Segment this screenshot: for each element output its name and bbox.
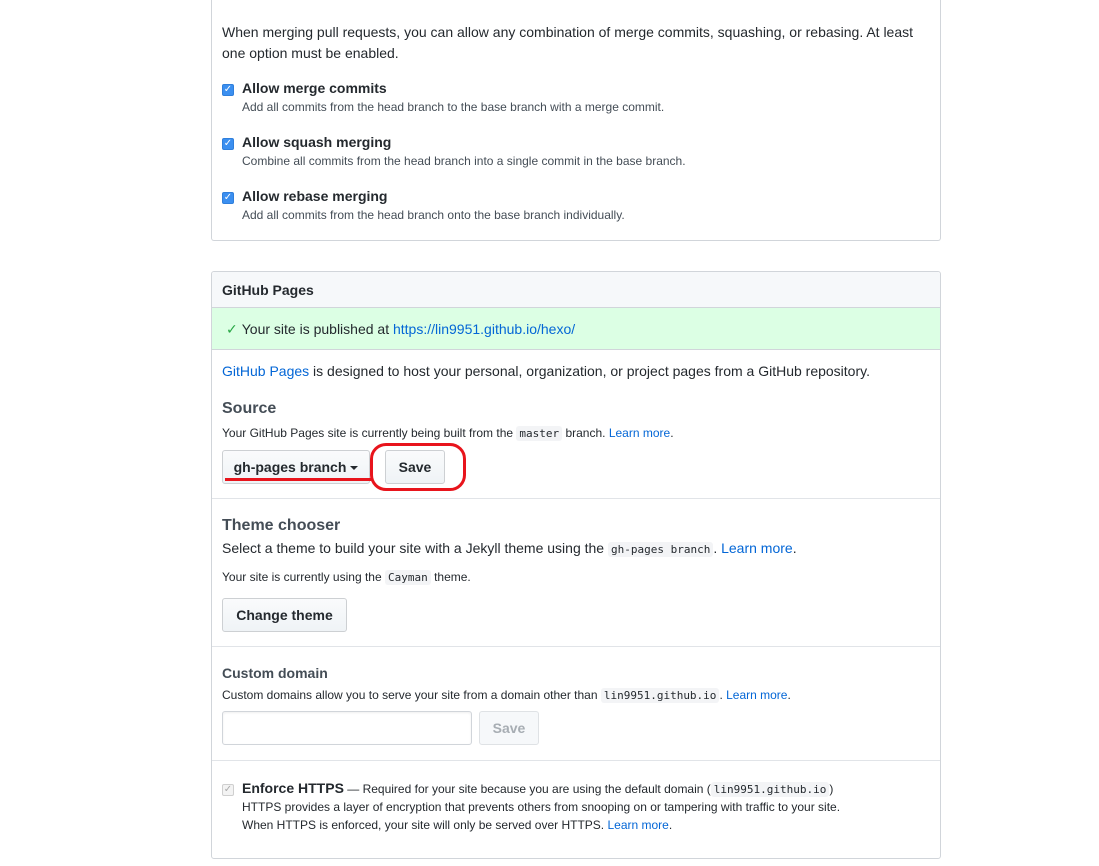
change-theme-button[interactable]: Change theme xyxy=(222,598,347,632)
https-description-line-2: When HTTPS is enforced, your site will o… xyxy=(242,818,672,832)
custom-domain-input[interactable] xyxy=(222,711,472,745)
option-title: Allow merge commits xyxy=(242,80,387,96)
option-description: Add all commits from the head branch to … xyxy=(242,100,665,114)
current-theme-prefix: Your site is currently using the xyxy=(222,570,385,584)
github-pages-panel: GitHub Pages ✓ Your site is published at … xyxy=(211,271,941,859)
custom-domain-description: Custom domains allow you to serve your s… xyxy=(222,688,791,703)
merge-options-panel: When merging pull requests, you can allo… xyxy=(211,0,941,241)
option-description: Add all commits from the head branch ont… xyxy=(242,208,625,222)
current-theme-text: Your site is currently using the Cayman … xyxy=(222,570,471,585)
period: . xyxy=(670,426,674,440)
section-divider xyxy=(212,646,940,647)
merge-intro-text: When merging pull requests, you can allo… xyxy=(222,24,914,61)
theme-desc-text: Select a theme to build your site with a… xyxy=(222,540,608,556)
source-desc-suffix: branch. xyxy=(562,426,609,440)
option-title: Allow rebase merging xyxy=(242,188,388,204)
option-description: Combine all commits from the head branch… xyxy=(242,154,686,168)
caret-down-icon xyxy=(350,466,359,471)
published-flash: ✓ Your site is published at https://lin99… xyxy=(212,308,940,350)
period: . xyxy=(792,540,797,556)
github-pages-header: GitHub Pages xyxy=(212,272,940,308)
flash-text: Your site is published at xyxy=(241,321,393,337)
branch-code: master xyxy=(516,426,563,441)
period: . xyxy=(668,818,673,832)
branch-select-label: gh-pages branch xyxy=(233,459,347,475)
https-line3-text: When HTTPS is enforced, your site will o… xyxy=(242,818,608,832)
section-divider xyxy=(212,760,940,761)
source-description: Your GitHub Pages site is currently bein… xyxy=(222,426,674,441)
custom-domain-learn-more-link[interactable]: Learn more xyxy=(726,688,787,702)
close-paren: ) xyxy=(829,782,834,796)
source-learn-more-link[interactable]: Learn more xyxy=(609,426,670,440)
source-heading: Source xyxy=(222,400,277,417)
published-site-link[interactable]: https://lin9951.github.io/hexo/ xyxy=(393,321,575,337)
current-theme-suffix: theme. xyxy=(430,570,471,584)
theme-description: Select a theme to build your site with a… xyxy=(222,540,797,557)
github-pages-link[interactable]: GitHub Pages xyxy=(222,363,309,379)
theme-learn-more-link[interactable]: Learn more xyxy=(721,540,793,556)
theme-chooser-heading: Theme chooser xyxy=(222,517,341,534)
check-icon: ✓ xyxy=(226,321,238,337)
enforce-https-title: Enforce HTTPS xyxy=(242,780,344,796)
pages-intro: GitHub Pages is designed to host your pe… xyxy=(222,363,870,379)
enforce-https-line: Enforce HTTPS — Required for your site b… xyxy=(242,780,834,797)
theme-branch-code: gh-pages branch xyxy=(607,542,714,557)
option-title: Allow squash merging xyxy=(242,134,392,150)
custom-domain-save-button[interactable]: Save xyxy=(479,711,539,745)
https-domain-code: lin9951.github.io xyxy=(710,782,830,797)
domain-code: lin9951.github.io xyxy=(600,688,720,703)
checkbox-allow-rebase-merging[interactable]: ✓ xyxy=(222,192,234,204)
theme-name-code: Cayman xyxy=(384,570,431,585)
custom-domain-heading: Custom domain xyxy=(222,665,328,681)
enforce-https-suffix: — Required for your site because you are… xyxy=(343,782,711,796)
section-divider xyxy=(212,498,940,499)
period: . xyxy=(787,688,791,702)
annotation-circle xyxy=(370,443,466,491)
https-learn-more-link[interactable]: Learn more xyxy=(607,818,668,832)
checkbox-allow-squash-merging[interactable]: ✓ xyxy=(222,138,234,150)
checkbox-enforce-https[interactable]: ✓ xyxy=(222,784,234,796)
pages-intro-text: is designed to host your personal, organ… xyxy=(309,363,870,379)
https-description-line-1: HTTPS provides a layer of encryption tha… xyxy=(242,800,841,814)
source-desc-text: Your GitHub Pages site is currently bein… xyxy=(222,426,517,440)
theme-desc-suffix: . xyxy=(713,540,722,556)
annotation-underline xyxy=(225,478,371,481)
custom-domain-desc-text: Custom domains allow you to serve your s… xyxy=(222,688,601,702)
checkbox-allow-merge-commits[interactable]: ✓ xyxy=(222,84,234,96)
